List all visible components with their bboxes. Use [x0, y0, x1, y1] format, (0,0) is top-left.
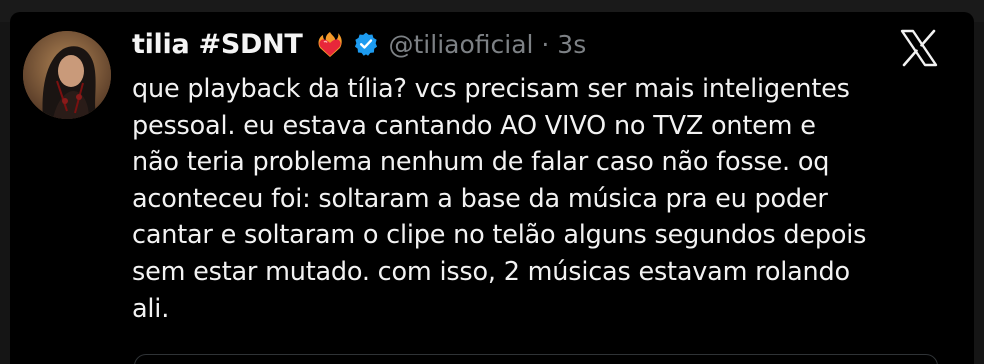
tweet-line: aconteceu foi: soltaram a base da música… [132, 183, 828, 214]
handle-and-time[interactable]: @tiliaoficial · 3s [389, 30, 587, 59]
tweet-line: pessoal. eu estava cantando AO VIVO no T… [132, 110, 816, 141]
verified-badge-icon [354, 32, 377, 56]
avatar-image [23, 31, 111, 119]
tweet-line: cantar e soltaram o clipe no telão algun… [132, 220, 867, 251]
heart-on-fire-icon [318, 32, 342, 57]
tweet-line: ali. [132, 293, 170, 324]
tweet-body: que playback da tília? vcs precisam ser … [132, 71, 952, 327]
tweet-line: não teria problema nenhum de falar caso … [132, 147, 830, 178]
x-logo-icon[interactable] [899, 29, 939, 67]
window-top-border [0, 0, 984, 26]
right-border [974, 22, 984, 364]
avatar[interactable] [23, 31, 111, 119]
left-border [0, 22, 10, 364]
link-card-preview[interactable] [134, 354, 938, 364]
tweet-line: sem estar mutado. com isso, 2 músicas es… [132, 256, 850, 287]
tweet-header: tilia #SDNT @tiliaoficial · 3s [132, 24, 586, 64]
tweet-screenshot: tilia #SDNT @tiliaoficial · 3s que playb… [0, 0, 984, 364]
display-name[interactable]: tilia #SDNT [132, 29, 303, 60]
tweet-line: que playback da tília? vcs precisam ser … [132, 74, 850, 104]
